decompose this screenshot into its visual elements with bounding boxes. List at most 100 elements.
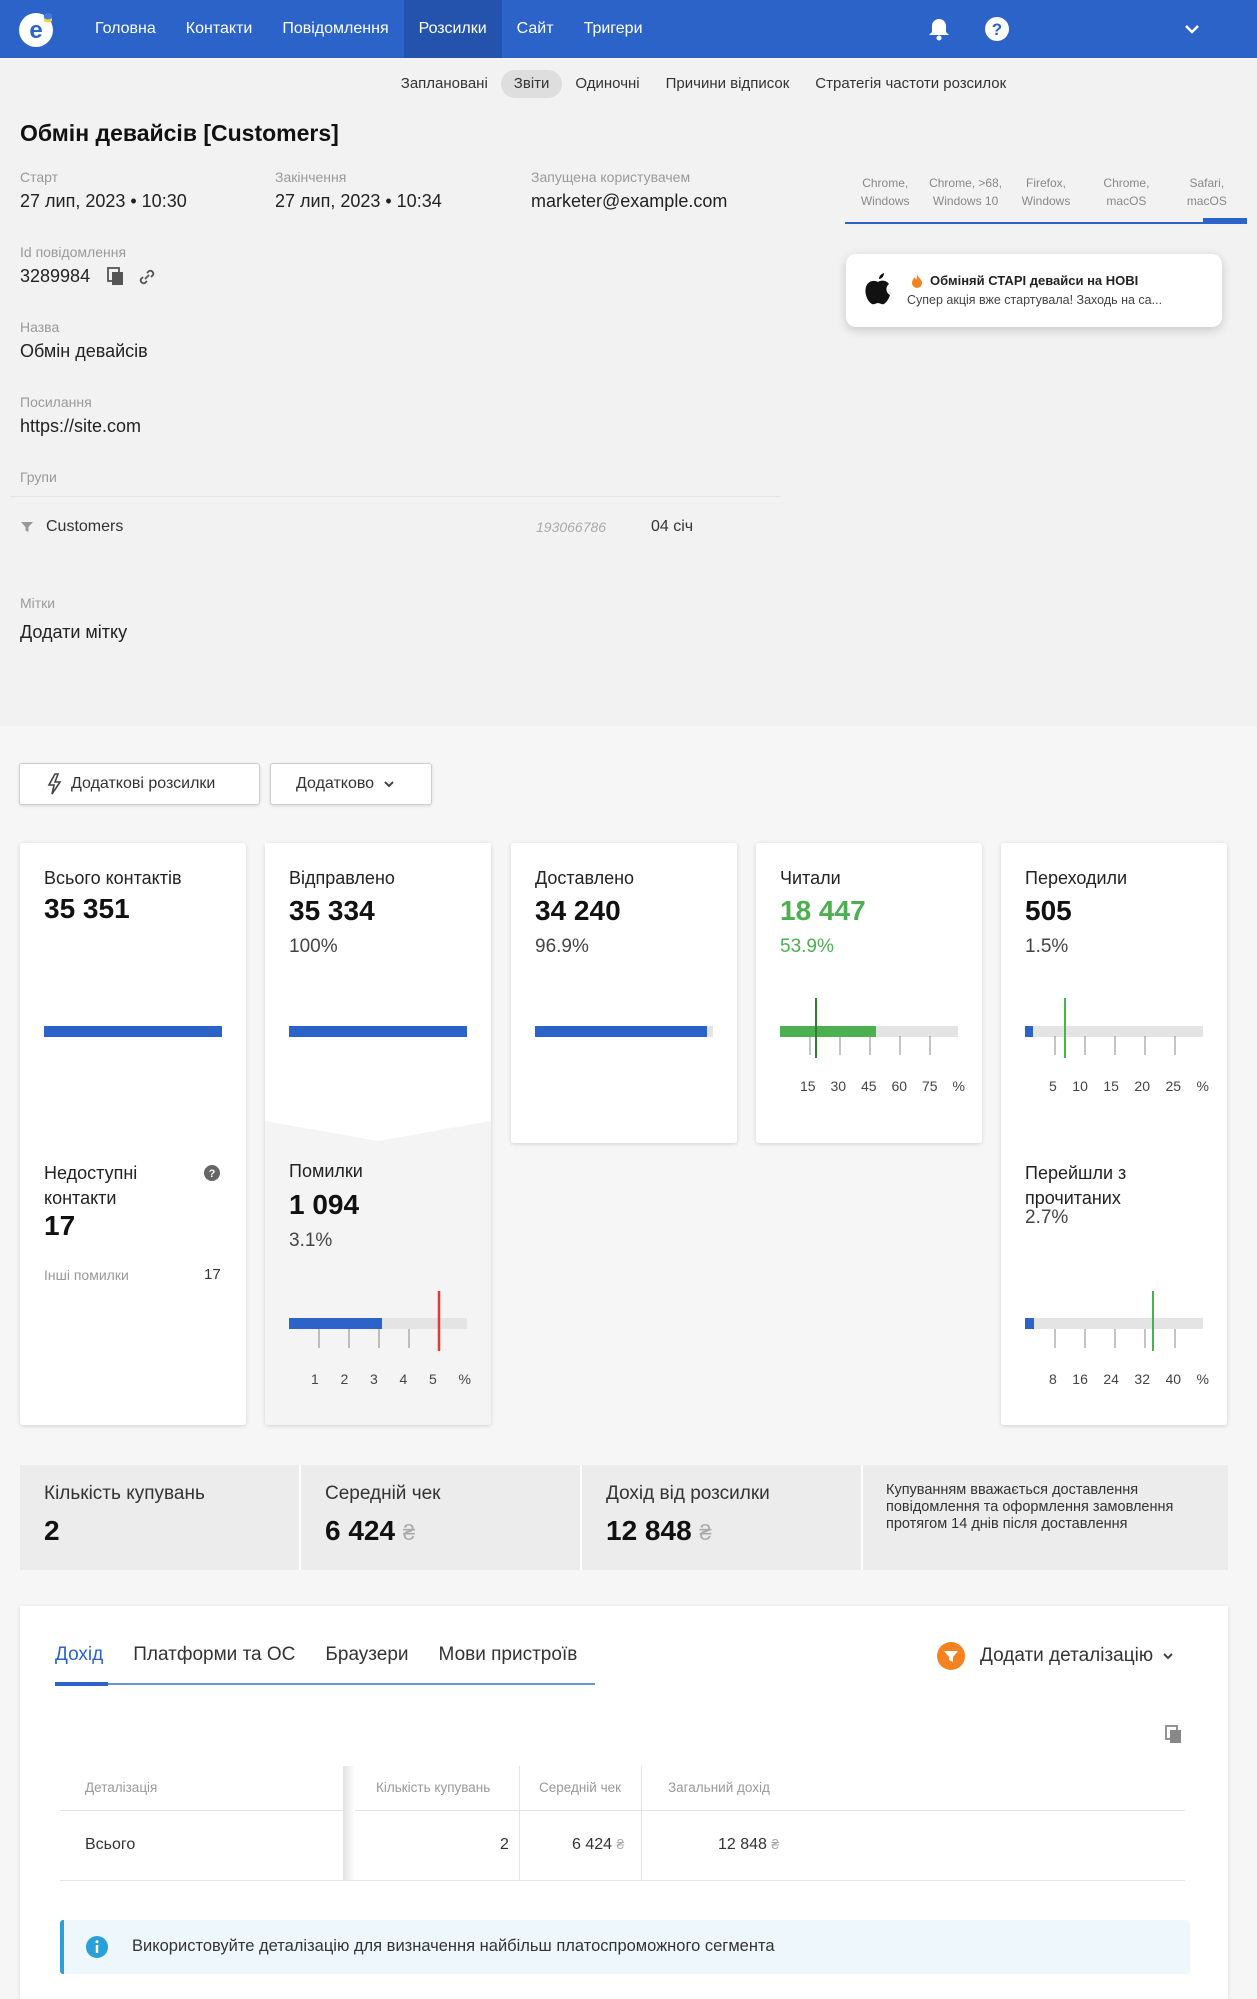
sent-card: Відправлено 35 334 100% Помилки 1 094 3.… bbox=[265, 843, 491, 1425]
link-label: Посилання bbox=[20, 394, 92, 410]
errors-value: 1 094 bbox=[289, 1189, 360, 1220]
subtab-reports[interactable]: Звіти bbox=[500, 70, 563, 98]
total-contacts-bar bbox=[44, 1026, 222, 1037]
read-value: 18 447 bbox=[780, 895, 866, 926]
end-value: 27 лип, 2023 • 10:34 bbox=[275, 191, 442, 211]
delivered-bar-fill bbox=[535, 1026, 708, 1037]
extra-campaigns-button[interactable]: Додаткові розсилки bbox=[19, 763, 260, 805]
group-date: 04 січ bbox=[651, 518, 694, 535]
top-navbar: e Головна Контакти Повідомлення Розсилки… bbox=[0, 0, 1257, 58]
clicks-pct: 1.5% bbox=[1025, 936, 1069, 957]
message-id-label: Id повідомлення bbox=[20, 244, 127, 260]
errors-tick-labels: 1 2 3 4 5% bbox=[311, 1371, 471, 1387]
launched-by-label: Запущена користувачем bbox=[531, 169, 691, 185]
ctor-pct: 2.7% bbox=[1025, 1207, 1069, 1228]
group-id: 193066786 bbox=[536, 519, 607, 535]
link-icon[interactable] bbox=[137, 267, 157, 287]
app-logo-icon[interactable]: e bbox=[17, 9, 57, 49]
clicks-scale bbox=[1054, 998, 1176, 1058]
clicks-card: Переходили 505 1.5% 5 10 15 20 25% Перейшли … bbox=[1001, 843, 1227, 1425]
nav-triggers[interactable]: Тригери bbox=[569, 0, 658, 58]
clicks-label: Переходили bbox=[1025, 868, 1128, 888]
apple-icon bbox=[865, 273, 890, 305]
clicks-value: 505 bbox=[1025, 895, 1072, 926]
preview-platform-tabs: Chrome, Windows Chrome, >68, Windows 10 Fi… bbox=[845, 172, 1247, 224]
ctor-tick-labels: 8 16 24 32 40% bbox=[1049, 1371, 1209, 1387]
preview-tab-safari-macos[interactable]: Safari, macOS bbox=[1167, 172, 1247, 222]
svg-text:?: ? bbox=[209, 1168, 216, 1180]
errors-scale bbox=[318, 1291, 441, 1351]
more-button[interactable]: Додатково bbox=[270, 763, 432, 805]
tab-device-languages[interactable]: Мови пристроїв bbox=[439, 1644, 593, 1666]
subtab-frequency-strategy[interactable]: Стратегія частоти розсилок bbox=[802, 70, 1019, 98]
subtab-single[interactable]: Одиночні bbox=[562, 70, 652, 98]
bell-icon[interactable] bbox=[925, 15, 953, 43]
nav-home[interactable]: Головна bbox=[80, 0, 171, 58]
message-id-value: 3289984 bbox=[20, 266, 91, 286]
tab-revenue[interactable]: Дохід bbox=[55, 1644, 118, 1666]
preview-tab-indicator bbox=[1203, 218, 1247, 222]
nav-messages[interactable]: Повідомлення bbox=[267, 0, 403, 58]
delivered-value: 34 240 bbox=[535, 895, 621, 926]
ctor-label: Перейшли з прочитаних bbox=[1025, 1163, 1127, 1208]
link-value[interactable]: https://site.com bbox=[20, 416, 141, 437]
sent-bar-fill bbox=[289, 1026, 467, 1037]
add-detail-dropdown[interactable]: Додати деталізацію bbox=[936, 1641, 1175, 1671]
add-tag-link[interactable]: Додати мітку bbox=[20, 622, 127, 643]
header-divider bbox=[60, 1810, 1185, 1811]
subtab-scheduled[interactable]: Заплановані bbox=[388, 70, 501, 98]
tab-browsers[interactable]: Браузери bbox=[325, 1644, 423, 1666]
errors-label: Помилки bbox=[289, 1161, 363, 1181]
read-tick-labels: 15 30 45 60 75% bbox=[800, 1078, 965, 1094]
read-card: Читали 18 447 53.9% 15 30 45 60 75% bbox=[756, 843, 982, 1143]
avg-check-value: 6 424 ₴ bbox=[325, 1515, 416, 1546]
column-divider bbox=[641, 1766, 642, 1880]
campaign-info-area bbox=[0, 58, 1257, 726]
filter-icon bbox=[21, 522, 33, 532]
sent-bar bbox=[289, 1026, 467, 1037]
nav-contacts[interactable]: Контакти bbox=[171, 0, 268, 58]
chevron-down-icon[interactable] bbox=[1178, 15, 1206, 43]
col-header-detail[interactable]: Деталізація bbox=[85, 1780, 157, 1795]
purchases-note: Купуванням вважається доставлення повідо… bbox=[886, 1482, 1174, 1532]
detail-tabs: Дохід Платформи та ОС Браузери Мови прис… bbox=[55, 1644, 607, 1666]
revenue-detail-panel: Дохід Платформи та ОС Браузери Мови прис… bbox=[20, 1606, 1228, 1999]
group-name[interactable]: Customers bbox=[46, 518, 123, 536]
chevron-down-icon bbox=[384, 781, 394, 788]
name-value: Обмін девайсів bbox=[20, 341, 148, 361]
delivered-card: Доставлено 34 240 96.9% bbox=[511, 843, 737, 1143]
row-divider bbox=[60, 1880, 1185, 1881]
nav-campaigns[interactable]: Розсилки bbox=[403, 0, 502, 58]
col-header-total[interactable]: Загальний дохід bbox=[668, 1780, 770, 1795]
total-contacts-label: Всього контактів bbox=[44, 868, 182, 888]
unavailable-contacts-label: Недоступні контакти bbox=[44, 1163, 138, 1208]
revenue-value: 12 848 ₴ bbox=[606, 1515, 712, 1546]
preview-tab-chrome-windows10[interactable]: Chrome, >68, Windows 10 bbox=[925, 172, 1005, 222]
tab-platforms[interactable]: Платформи та ОС bbox=[133, 1644, 310, 1666]
preview-tab-chrome-macos[interactable]: Chrome, macOS bbox=[1086, 172, 1166, 222]
total-contacts-bar-fill bbox=[44, 1026, 222, 1037]
purchases-count-label: Кількість купувань bbox=[44, 1483, 205, 1504]
tabs-underline bbox=[55, 1683, 595, 1685]
subtab-unsubscribe-reasons[interactable]: Причини відписок bbox=[653, 70, 803, 98]
row-name: Всього bbox=[85, 1836, 136, 1853]
name-label: Назва bbox=[20, 319, 60, 335]
active-tab-indicator bbox=[55, 1682, 108, 1686]
row-count: 2 bbox=[500, 1836, 509, 1853]
row-total: 12 848 ₴ bbox=[718, 1836, 780, 1853]
help-icon[interactable]: ? bbox=[203, 1164, 221, 1182]
unavailable-contacts-value: 17 bbox=[44, 1210, 76, 1241]
copy-icon[interactable] bbox=[1164, 1724, 1184, 1746]
help-icon[interactable]: ? bbox=[983, 15, 1011, 43]
purchases-summary: Кількість купувань 2 Середній чек 6 424 … bbox=[20, 1465, 1228, 1570]
col-header-avg[interactable]: Середній чек bbox=[539, 1780, 621, 1795]
nav-site[interactable]: Сайт bbox=[502, 0, 569, 58]
ctor-scale bbox=[1054, 1291, 1176, 1351]
launched-by-value: marketer@example.com bbox=[531, 191, 728, 211]
preview-tab-chrome-windows[interactable]: Chrome, Windows bbox=[845, 172, 925, 222]
col-header-count[interactable]: Кількість купувань bbox=[376, 1780, 490, 1795]
fire-icon bbox=[912, 274, 922, 288]
preview-tab-firefox-windows[interactable]: Firefox, Windows bbox=[1006, 172, 1086, 222]
sent-label: Відправлено bbox=[289, 868, 395, 888]
copy-icon[interactable] bbox=[107, 267, 125, 287]
